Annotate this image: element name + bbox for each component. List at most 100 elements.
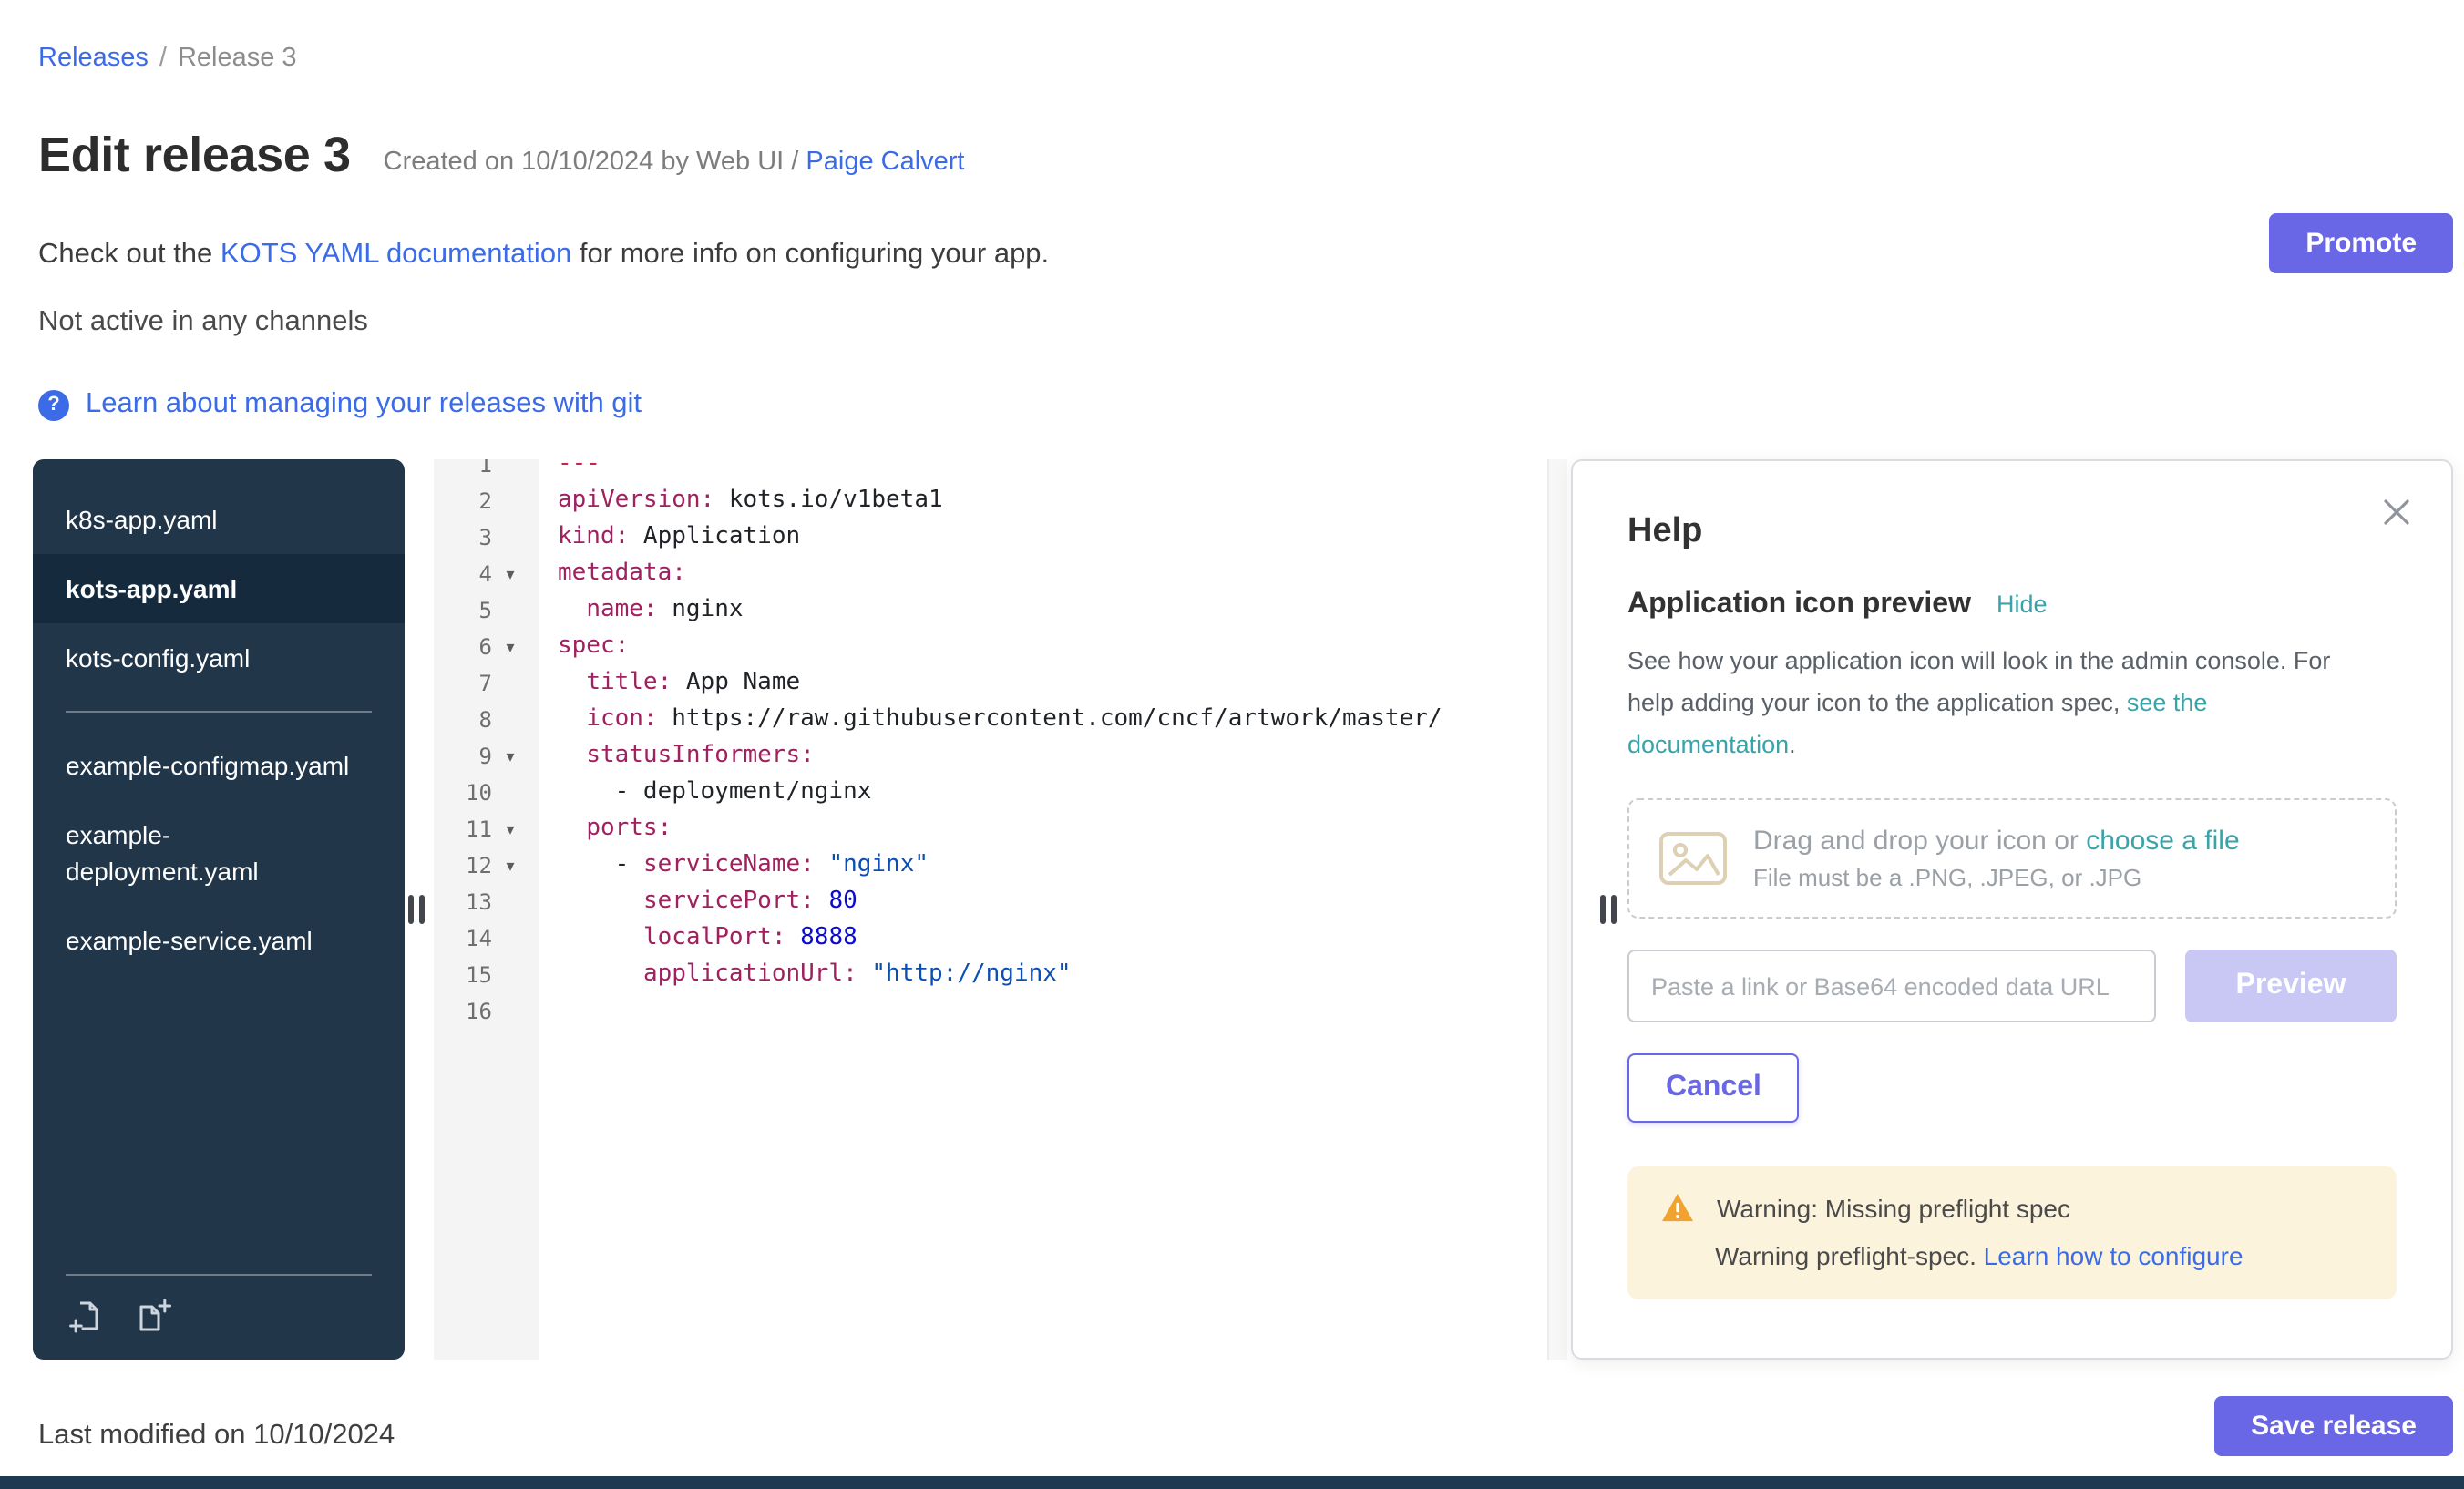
file-tree-item-example-service.yaml[interactable]: example-service.yaml <box>33 906 405 975</box>
fold-arrow-icon[interactable]: ▾ <box>492 819 529 839</box>
line-number: 16 <box>434 999 492 1024</box>
hide-link[interactable]: Hide <box>1997 590 2048 618</box>
line-number: 5 <box>434 598 492 623</box>
line-number: 11 <box>434 816 492 842</box>
file-tree-sidebar: k8s-app.yamlkots-app.yamlkots-config.yam… <box>33 459 405 1360</box>
git-help-link[interactable]: Learn about managing your releases with … <box>86 388 642 421</box>
gutter: 1234▾56▾789▾1011▾12▾13141516 <box>434 459 539 1360</box>
file-tree-list: k8s-app.yamlkots-app.yamlkots-config.yam… <box>33 485 405 975</box>
icon-dropzone[interactable]: Drag and drop your icon or choose a file… <box>1627 798 2397 919</box>
breadcrumb-separator: / <box>159 44 167 73</box>
code-area[interactable]: ---apiVersion: kots.io/v1beta1kind: Appl… <box>539 459 1567 1360</box>
doc-hint: Check out the KOTS YAML documentation fo… <box>38 239 1049 272</box>
gutter-line: 12▾ <box>434 847 539 884</box>
code-line-7[interactable]: title: App Name <box>558 665 1567 702</box>
fold-arrow-icon[interactable]: ▾ <box>492 746 529 766</box>
gutter-line: 10 <box>434 775 539 811</box>
icon-preview-header: Application icon preview Hide <box>1627 589 2397 621</box>
breadcrumb: Releases / Release 3 <box>38 44 297 73</box>
dropzone-prompt: Drag and drop your icon or <box>1753 826 2079 857</box>
choose-file-link[interactable]: choose a file <box>2086 826 2239 857</box>
warning-icon <box>1660 1192 1695 1223</box>
code-line-3[interactable]: kind: Application <box>558 519 1567 556</box>
description-text: See how your application icon will look … <box>1627 647 2330 716</box>
gutter-line: 2 <box>434 483 539 519</box>
dropzone-text: Drag and drop your icon or choose a file… <box>1753 826 2240 891</box>
code-line-10[interactable]: - deployment/nginx <box>558 775 1567 811</box>
preview-button[interactable]: Preview <box>2185 950 2397 1022</box>
file-tree-item-kots-config.yaml[interactable]: kots-config.yaml <box>33 623 405 693</box>
promote-button[interactable]: Promote <box>2269 213 2453 273</box>
file-tree-item-example-configmap.yaml[interactable]: example-configmap.yaml <box>33 731 405 800</box>
fold-arrow-icon[interactable]: ▾ <box>492 856 529 876</box>
kots-yaml-doc-link[interactable]: KOTS YAML documentation <box>221 239 571 270</box>
code-line-15[interactable]: applicationUrl: "http://nginx" <box>558 957 1567 993</box>
gutter-line: 5 <box>434 592 539 629</box>
line-number: 13 <box>434 889 492 915</box>
created-text: Created on 10/10/2024 by Web UI / <box>384 148 799 177</box>
close-icon[interactable] <box>2375 490 2418 534</box>
page-title: Edit release 3 <box>38 128 351 184</box>
bottom-bar <box>0 1476 2464 1489</box>
warning-title: Warning: Missing preflight spec <box>1717 1193 2070 1222</box>
gutter-line: 6▾ <box>434 629 539 665</box>
file-tree-actions <box>66 1274 372 1360</box>
code-line-5[interactable]: name: nginx <box>558 592 1567 629</box>
gutter-line: 3 <box>434 519 539 556</box>
author-link[interactable]: Paige Calvert <box>806 148 964 177</box>
code-line-11[interactable]: ports: <box>558 811 1567 847</box>
app-root: Releases / Release 3 Edit release 3 Create… <box>0 0 2464 1489</box>
upload-file-icon[interactable] <box>69 1298 106 1334</box>
line-number: 10 <box>434 780 492 806</box>
page-header: Edit release 3 Created on 10/10/2024 by … <box>38 128 965 184</box>
cancel-button[interactable]: Cancel <box>1627 1053 1800 1123</box>
code-line-16[interactable] <box>558 993 1567 1030</box>
code-line-14[interactable]: localPort: 8888 <box>558 920 1567 957</box>
code-line-8[interactable]: icon: https://raw.githubusercontent.com/… <box>558 702 1567 738</box>
line-number: 7 <box>434 671 492 696</box>
description-suffix: . <box>1789 731 1796 758</box>
doc-hint-prefix: Check out the <box>38 239 221 270</box>
sidebar-resize-handle[interactable] <box>408 895 425 924</box>
gutter-line: 11▾ <box>434 811 539 847</box>
created-info: Created on 10/10/2024 by Web UI / Paige … <box>384 148 965 177</box>
file-tree-item-kots-app.yaml[interactable]: kots-app.yaml <box>33 554 405 623</box>
question-icon: ? <box>38 389 69 420</box>
fold-arrow-icon[interactable]: ▾ <box>492 564 529 584</box>
code-line-2[interactable]: apiVersion: kots.io/v1beta1 <box>558 483 1567 519</box>
help-title: Help <box>1627 512 2397 552</box>
breadcrumb-current: Release 3 <box>178 44 297 73</box>
line-number: 3 <box>434 525 492 550</box>
file-tree-item-example-deployment.yaml[interactable]: example-deployment.yaml <box>33 800 405 906</box>
yaml-editor[interactable]: 1234▾56▾789▾1011▾12▾13141516 ---apiVersi… <box>434 459 1567 1360</box>
help-panel: Help Application icon preview Hide See h… <box>1571 459 2453 1360</box>
gutter-line: 4▾ <box>434 556 539 592</box>
code-line-12[interactable]: - serviceName: "nginx" <box>558 847 1567 884</box>
fold-arrow-icon[interactable]: ▾ <box>492 637 529 657</box>
editor-scrollbar[interactable] <box>1547 459 1567 1360</box>
code-line-9[interactable]: statusInformers: <box>558 738 1567 775</box>
help-panel-resize-handle[interactable] <box>1600 895 1617 924</box>
gutter-line: 8 <box>434 702 539 738</box>
breadcrumb-releases-link[interactable]: Releases <box>38 44 149 73</box>
warning-box: Warning: Missing preflight spec Warning … <box>1627 1166 2397 1299</box>
gutter-line: 16 <box>434 993 539 1030</box>
code-line-6[interactable]: spec: <box>558 629 1567 665</box>
line-number: 9 <box>434 744 492 769</box>
code-line-4[interactable]: metadata: <box>558 556 1567 592</box>
gutter-line: 7 <box>434 665 539 702</box>
new-file-icon[interactable] <box>135 1298 171 1334</box>
icon-preview-title: Application icon preview <box>1627 589 1971 621</box>
image-placeholder-icon <box>1658 831 1728 886</box>
editor-content: 1234▾56▾789▾1011▾12▾13141516 ---apiVersi… <box>434 459 1567 1360</box>
icon-url-row: Preview <box>1627 950 2397 1022</box>
icon-url-input[interactable] <box>1627 950 2156 1022</box>
warning-configure-link[interactable]: Learn how to configure <box>1984 1241 2243 1270</box>
doc-hint-suffix: for more info on configuring your app. <box>571 239 1049 270</box>
code-line-13[interactable]: servicePort: 80 <box>558 884 1567 920</box>
save-release-button[interactable]: Save release <box>2214 1396 2453 1456</box>
line-number: 12 <box>434 853 492 878</box>
code-line-1[interactable]: --- <box>558 459 1567 483</box>
warning-detail: Warning preflight-spec. Learn how to con… <box>1715 1241 2364 1270</box>
file-tree-item-k8s-app.yaml[interactable]: k8s-app.yaml <box>33 485 405 554</box>
